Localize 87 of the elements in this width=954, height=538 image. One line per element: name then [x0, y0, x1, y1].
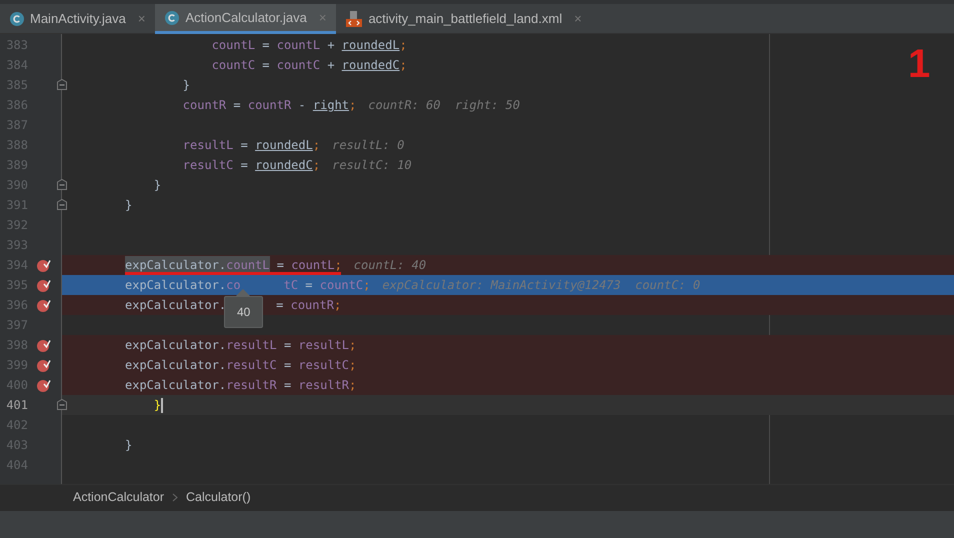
fold-icon[interactable] [57, 179, 67, 190]
code-token: = [232, 97, 242, 114]
fold-icon[interactable] [57, 399, 67, 410]
class-icon [165, 10, 180, 24]
code-token: } [152, 177, 162, 194]
code-token: countL [210, 37, 256, 54]
code-token: resultC [226, 357, 277, 374]
breadcrumb[interactable]: Calculator() [186, 488, 251, 507]
editor-tab[interactable]: MainActivity.java × [0, 4, 156, 34]
code-token: = [304, 277, 314, 294]
code-token: right [312, 97, 350, 114]
breakpoint-icon[interactable] [37, 378, 51, 392]
code-token: + [326, 37, 336, 54]
code-token: roundedL [342, 37, 400, 54]
chevron-icon [172, 493, 178, 502]
code-punctuation: ; [349, 357, 356, 374]
code-punctuation: ; [349, 97, 356, 114]
inline-value-hint: expCalculator: MainActivity@12473 countC: 0 [382, 277, 700, 294]
code-punctuation: ; [400, 37, 407, 54]
breakpoint-icon[interactable] [37, 278, 51, 292]
code-token: - [297, 97, 307, 114]
code-punctuation: ; [400, 57, 407, 74]
class-icon [10, 12, 24, 26]
code-token: roundedC [255, 157, 313, 174]
code-token: resultC [298, 357, 349, 374]
code-token: = [261, 57, 270, 74]
code-token: expCalculator. [125, 297, 226, 314]
breadcrumb[interactable]: ActionCalculator [73, 488, 164, 507]
code-token: expCalculator. [125, 357, 226, 374]
code-token: = [276, 257, 285, 274]
code-token: expCalculator. [125, 337, 226, 354]
code-token: countL [291, 257, 335, 274]
code-token: resultL [226, 337, 277, 354]
code-token: = [282, 357, 292, 374]
code-token: tC [284, 277, 298, 294]
code-punctuation: ; [349, 377, 356, 394]
code-token: countR [290, 297, 334, 314]
code-token: roundedC [342, 57, 400, 74]
code-token: co [226, 277, 241, 294]
code-token: } [125, 197, 132, 214]
breakpoint-icon[interactable] [37, 338, 51, 352]
line-number: 401 [5, 397, 28, 414]
editor-tab[interactable]: activity_main_battlefield_land.xml × [336, 4, 592, 34]
code-token: expCalculator. [125, 277, 226, 294]
code-punctuation: ; [349, 337, 356, 354]
annotation-number: 1 [908, 42, 930, 86]
code-token: countC [210, 57, 256, 74]
code-token: resultR [226, 377, 277, 394]
code-token: countR [248, 97, 292, 114]
code-token: } [152, 397, 162, 414]
code-token: roundedL [255, 137, 313, 154]
fold-icon[interactable] [57, 199, 67, 210]
breakpoint-icon[interactable] [37, 298, 51, 312]
code-punctuation: ; [363, 277, 370, 294]
inline-value-hint: countL: 40 [354, 257, 426, 274]
code-token: countC [276, 57, 320, 74]
text-caret [161, 398, 164, 412]
code-token: = [282, 337, 292, 354]
inline-value-hint: resultC: 10 [332, 157, 412, 174]
breakpoint-icon[interactable] [37, 358, 51, 372]
code-token: = [261, 37, 270, 54]
code-token: resultL [298, 337, 349, 354]
code-token: = [276, 297, 284, 314]
editor-tab[interactable]: ActionCalculator.java × [155, 4, 336, 34]
code-punctuation: ; [334, 257, 342, 274]
inline-value-hint: countR: 60 right: 50 [368, 97, 520, 114]
code-token: } [182, 77, 190, 94]
tooltip-pointer-icon [235, 289, 251, 297]
code-token: countR [182, 97, 226, 114]
fold-icon[interactable] [57, 79, 67, 90]
code-token: resultR [298, 377, 349, 394]
code-token: = [240, 137, 249, 154]
code-punctuation: ; [312, 157, 320, 174]
code-token: = [240, 157, 249, 174]
code-token: + [326, 57, 336, 74]
code-token: resultL [182, 137, 234, 154]
layout-file-icon [346, 11, 362, 27]
code-token: = [282, 377, 292, 394]
code-token: resultC [182, 157, 234, 174]
code-token: } [125, 437, 132, 454]
code-token: expCalculator. [125, 377, 226, 394]
inline-value-hint: resultL: 0 [332, 137, 404, 154]
code-punctuation: ; [312, 137, 320, 154]
code-punctuation: ; [334, 297, 342, 314]
code-token: countL [276, 37, 320, 54]
breakpoint-icon[interactable] [37, 258, 51, 272]
code-token: countC [320, 277, 364, 294]
